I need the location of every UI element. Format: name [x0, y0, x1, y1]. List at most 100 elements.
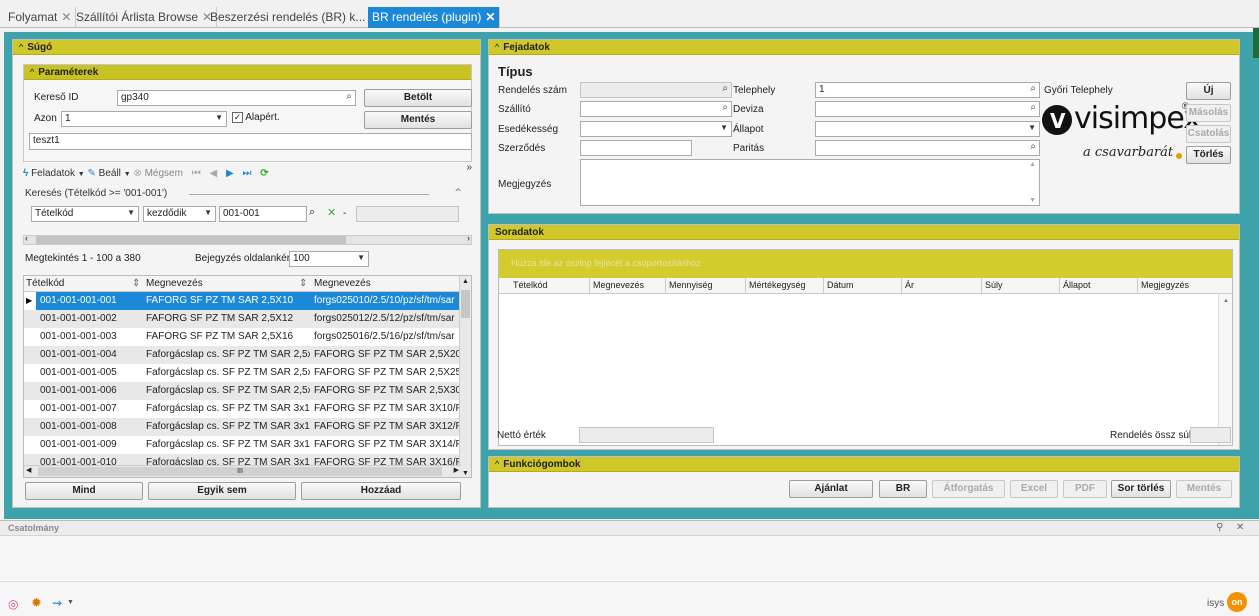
settings-menu[interactable]: Beáll: [99, 168, 121, 179]
pin-icon[interactable]: ⚲: [1216, 522, 1223, 533]
collapse-icon[interactable]: ^: [30, 67, 34, 77]
table-row[interactable]: 001-001-001-004 Faforgácslap cs. SF PZ TM…: [24, 346, 471, 364]
close-icon[interactable]: ✕: [1236, 522, 1244, 533]
pdf-button[interactable]: PDF: [1063, 480, 1107, 498]
sort-icon[interactable]: ⇕: [132, 276, 140, 291]
column-header[interactable]: Dátum: [827, 280, 854, 290]
next-page-icon[interactable]: ▶: [226, 168, 234, 179]
search-id-input[interactable]: gp340 ⌕: [117, 90, 356, 106]
load-button[interactable]: Betölt: [364, 89, 472, 107]
tab-br-plugin[interactable]: BR rendelés (plugin) ✕: [368, 7, 501, 28]
column-header[interactable]: Megnevezés: [593, 280, 644, 290]
filter-range-input[interactable]: [356, 206, 459, 222]
supplier-input[interactable]: ⌕: [580, 101, 732, 117]
scroll-up-icon[interactable]: ▲: [462, 278, 469, 285]
chevron-down-icon[interactable]: ▼: [78, 171, 85, 178]
delete-row-button[interactable]: Sor törlés: [1111, 480, 1171, 498]
help-panel-header[interactable]: ^ Súgó: [13, 40, 480, 55]
scroll-right-icon[interactable]: ▶: [454, 466, 459, 474]
scroll-left-icon[interactable]: ◀: [26, 466, 31, 474]
group-drop-zone[interactable]: Húzza ide az oszlop fejlécét a csoportos…: [499, 250, 1232, 278]
transfer-button[interactable]: Átforgatás: [932, 480, 1005, 498]
column-header[interactable]: Megnevezés: [146, 276, 203, 291]
site-input[interactable]: 1 ⌕: [815, 82, 1040, 98]
scroll-up-icon[interactable]: ▲: [1223, 298, 1229, 304]
table-row[interactable]: 001-001-001-005 Faforgácslap cs. SF PZ TM…: [24, 364, 471, 382]
collapse-icon[interactable]: ^: [19, 42, 23, 52]
vertical-scrollbar[interactable]: ▲ ▼: [459, 276, 471, 477]
scroll-thumb[interactable]: [36, 236, 346, 244]
close-icon[interactable]: ✕: [485, 10, 495, 24]
refresh-icon[interactable]: ⟳: [260, 168, 268, 179]
checkbox-icon[interactable]: ✓: [232, 112, 243, 123]
save-button[interactable]: Mentés: [364, 111, 472, 129]
tab-folyamat[interactable]: Folyamat ✕: [4, 7, 77, 28]
per-page-select[interactable]: 100 ▼: [289, 251, 369, 267]
new-button[interactable]: Új: [1186, 82, 1231, 100]
table-row[interactable]: 001-001-001-006 Faforgácslap cs. SF PZ TM…: [24, 382, 471, 400]
parity-input[interactable]: ⌕: [815, 140, 1040, 156]
column-header[interactable]: Tételkód: [513, 280, 548, 290]
table-row[interactable]: 001-001-001-009 Faforgácslap cs. SF PZ TM…: [24, 436, 471, 454]
header-panel-title-bar[interactable]: ^ Fejadatok: [489, 40, 1239, 55]
search-icon[interactable]: ⌕: [1030, 102, 1036, 113]
azon-select[interactable]: 1 ▼: [61, 111, 227, 127]
last-page-icon[interactable]: ⏭: [242, 168, 251, 179]
collapse-icon[interactable]: ^: [495, 459, 499, 469]
filter-value-input[interactable]: 001-001: [219, 206, 307, 222]
prev-page-icon[interactable]: ◀: [210, 168, 218, 179]
search-icon[interactable]: ⌕: [309, 206, 315, 219]
clear-filter-icon[interactable]: ✕: [327, 206, 336, 219]
overflow-icon[interactable]: »: [466, 162, 472, 173]
search-icon[interactable]: ⌕: [346, 91, 352, 102]
column-header[interactable]: Mértékegység: [749, 280, 806, 290]
functions-panel-title-bar[interactable]: ^ Funkciógombok: [489, 457, 1239, 472]
select-all-button[interactable]: Mind: [25, 482, 143, 500]
column-header[interactable]: Megjegyzés: [1141, 280, 1189, 290]
table-row[interactable]: 001-001-001-008 Faforgácslap cs. SF PZ TM…: [24, 418, 471, 436]
default-checkbox[interactable]: ✓ Alapért.: [232, 112, 280, 123]
tasks-menu[interactable]: Feladatok: [31, 168, 75, 179]
table-row[interactable]: ▶ 001-001-001-001 FAFORG SF PZ TM SAR 2,5X…: [24, 292, 471, 310]
collapse-icon[interactable]: ^: [495, 42, 499, 52]
contract-input[interactable]: [580, 140, 692, 156]
settings-gear-icon[interactable]: ✹: [31, 595, 42, 611]
scroll-up-icon[interactable]: ▲: [1029, 161, 1036, 168]
scroll-thumb[interactable]: [461, 290, 470, 318]
chevron-up-icon[interactable]: ⌃: [453, 186, 463, 200]
save-button[interactable]: Mentés: [1176, 480, 1232, 498]
share-icon[interactable]: ⇝: [52, 596, 62, 610]
br-button[interactable]: BR: [879, 480, 927, 498]
copy-button[interactable]: Másolás: [1186, 104, 1231, 122]
online-badge[interactable]: on: [1227, 592, 1247, 612]
scroll-down-icon[interactable]: ▼: [462, 470, 469, 477]
search-icon[interactable]: ⌕: [722, 83, 728, 94]
scroll-left-icon[interactable]: ‹: [25, 233, 28, 243]
cancel-button[interactable]: Mégsem: [145, 168, 183, 179]
delete-button[interactable]: Törlés: [1186, 146, 1231, 164]
column-header[interactable]: Ár: [905, 280, 914, 290]
add-button[interactable]: Hozzáad: [301, 482, 461, 500]
scroll-down-icon[interactable]: ▼: [1029, 197, 1036, 204]
first-page-icon[interactable]: ⏮: [192, 168, 201, 179]
sort-icon[interactable]: ⇕: [299, 276, 307, 291]
text-input[interactable]: teszt1: [29, 133, 472, 150]
search-icon[interactable]: ⌕: [1030, 141, 1036, 152]
select-none-button[interactable]: Egyik sem: [148, 482, 296, 500]
scroll-right-icon[interactable]: ›: [467, 233, 470, 243]
column-header[interactable]: Megnevezés: [314, 276, 371, 291]
due-select[interactable]: ▼: [580, 121, 732, 137]
close-icon[interactable]: ✕: [61, 10, 71, 24]
currency-input[interactable]: ⌕: [815, 101, 1040, 117]
grid-hscrollbar[interactable]: ◀ III ▶: [24, 465, 461, 477]
chevron-down-icon[interactable]: ▼: [67, 599, 74, 606]
table-row[interactable]: 001-001-001-002 FAFORG SF PZ TM SAR 2,5X1…: [24, 310, 471, 328]
filter-field-select[interactable]: Tételkód ▼: [31, 206, 139, 222]
filter-operator-select[interactable]: kezdődik ▼: [143, 206, 216, 222]
column-header[interactable]: Tételkód: [26, 276, 64, 291]
table-row[interactable]: 001-001-001-003 FAFORG SF PZ TM SAR 2,5X1…: [24, 328, 471, 346]
vertical-scrollbar[interactable]: ▲ ▼: [1218, 294, 1232, 445]
scroll-thumb[interactable]: III: [38, 467, 442, 476]
search-icon[interactable]: ⌕: [722, 102, 728, 113]
offer-button[interactable]: Ajánlat: [789, 480, 873, 498]
